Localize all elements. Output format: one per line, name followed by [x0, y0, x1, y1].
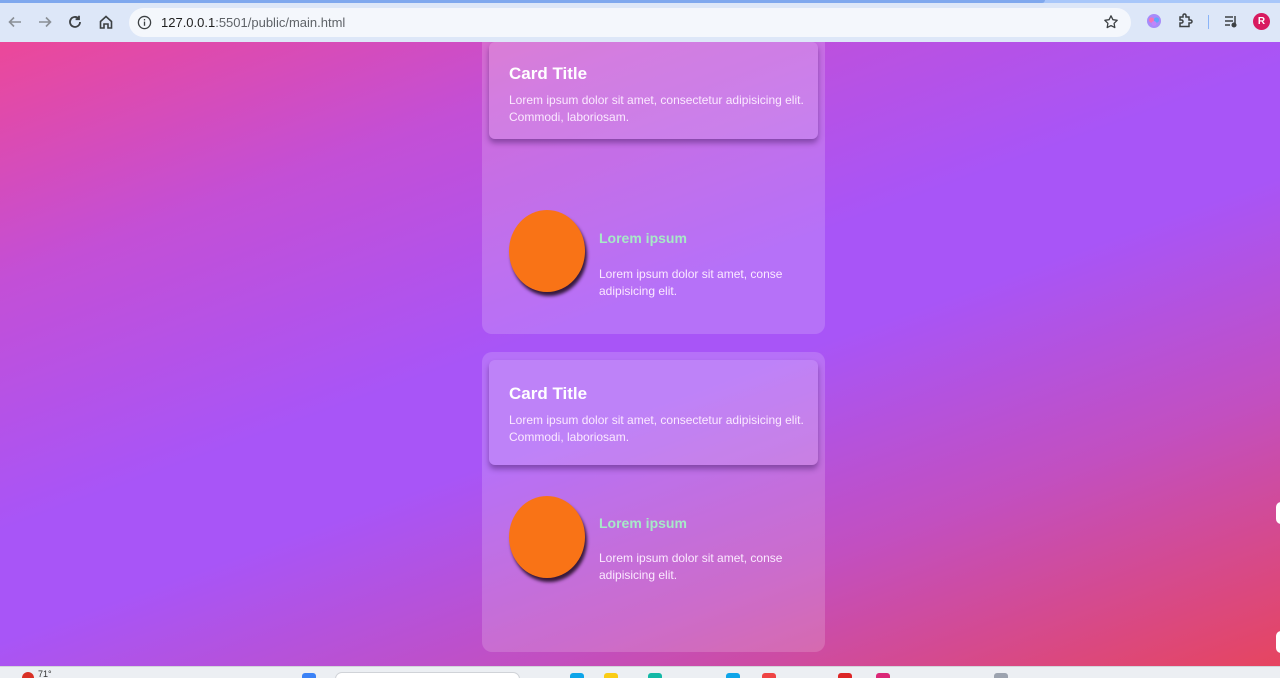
browser-toolbar: 127.0.0.1:5501/public/main.html R	[0, 3, 1280, 42]
edge-widget[interactable]	[1276, 631, 1280, 653]
card-title: Card Title	[509, 384, 588, 403]
bookmark-star-icon[interactable]	[1103, 14, 1119, 30]
taskbar-app-icon[interactable]	[648, 673, 662, 678]
taskbar-app-icon[interactable]	[726, 673, 740, 678]
extensions-puzzle-icon[interactable]	[1176, 12, 1194, 30]
card: Card Title Lorem ipsum dolor sit amet, c…	[482, 352, 825, 652]
home-icon[interactable]	[94, 10, 118, 34]
taskbar-app-icon[interactable]	[838, 673, 852, 678]
page-viewport: Card Title Lorem ipsum dolor sit amet, c…	[0, 42, 1280, 666]
start-icon[interactable]	[302, 673, 316, 678]
reload-icon[interactable]	[63, 10, 87, 34]
avatar-circle	[509, 496, 585, 578]
address-bar[interactable]: 127.0.0.1:5501/public/main.html	[129, 8, 1131, 37]
taskbar-search[interactable]	[335, 672, 520, 678]
media-text: Lorem ipsum dolor sit amet, conse adipis…	[599, 551, 783, 582]
url-text[interactable]: 127.0.0.1:5501/public/main.html	[161, 15, 345, 30]
card-title: Card Title	[509, 64, 588, 83]
back-icon[interactable]	[3, 10, 27, 34]
card-text: Lorem ipsum dolor sit amet, consectetur …	[509, 413, 804, 444]
url-path: :5501/public/main.html	[215, 15, 346, 30]
card-header-panel: Card Title Lorem ipsum dolor sit amet, c…	[489, 360, 818, 465]
weather-icon[interactable]	[22, 672, 34, 678]
taskbar-app-icon[interactable]	[570, 673, 584, 678]
taskbar-app-icon[interactable]	[994, 673, 1008, 678]
taskbar-app-icon[interactable]	[604, 673, 618, 678]
media-title: Lorem ipsum	[599, 230, 687, 246]
media-text: Lorem ipsum dolor sit amet, conse adipis…	[599, 267, 783, 298]
weather-temperature: 71°	[38, 669, 52, 678]
os-taskbar: 71°	[0, 666, 1280, 678]
card-text: Lorem ipsum dolor sit amet, consectetur …	[509, 93, 804, 124]
avatar-circle	[509, 210, 585, 292]
toolbar-divider	[1208, 15, 1209, 29]
site-info-icon[interactable]	[137, 15, 152, 30]
forward-icon[interactable]	[33, 10, 57, 34]
card-header-panel: Card Title Lorem ipsum dolor sit amet, c…	[489, 42, 818, 139]
media-controls-icon[interactable]	[1222, 12, 1240, 30]
url-host: 127.0.0.1	[161, 15, 216, 30]
taskbar-app-icon[interactable]	[876, 673, 890, 678]
profile-avatar[interactable]: R	[1253, 13, 1270, 30]
card: Card Title Lorem ipsum dolor sit amet, c…	[482, 42, 825, 334]
edge-widget[interactable]	[1276, 502, 1280, 524]
taskbar-app-icon[interactable]	[762, 673, 776, 678]
extension-brain-icon[interactable]	[1145, 12, 1163, 30]
media-title: Lorem ipsum	[599, 515, 687, 531]
